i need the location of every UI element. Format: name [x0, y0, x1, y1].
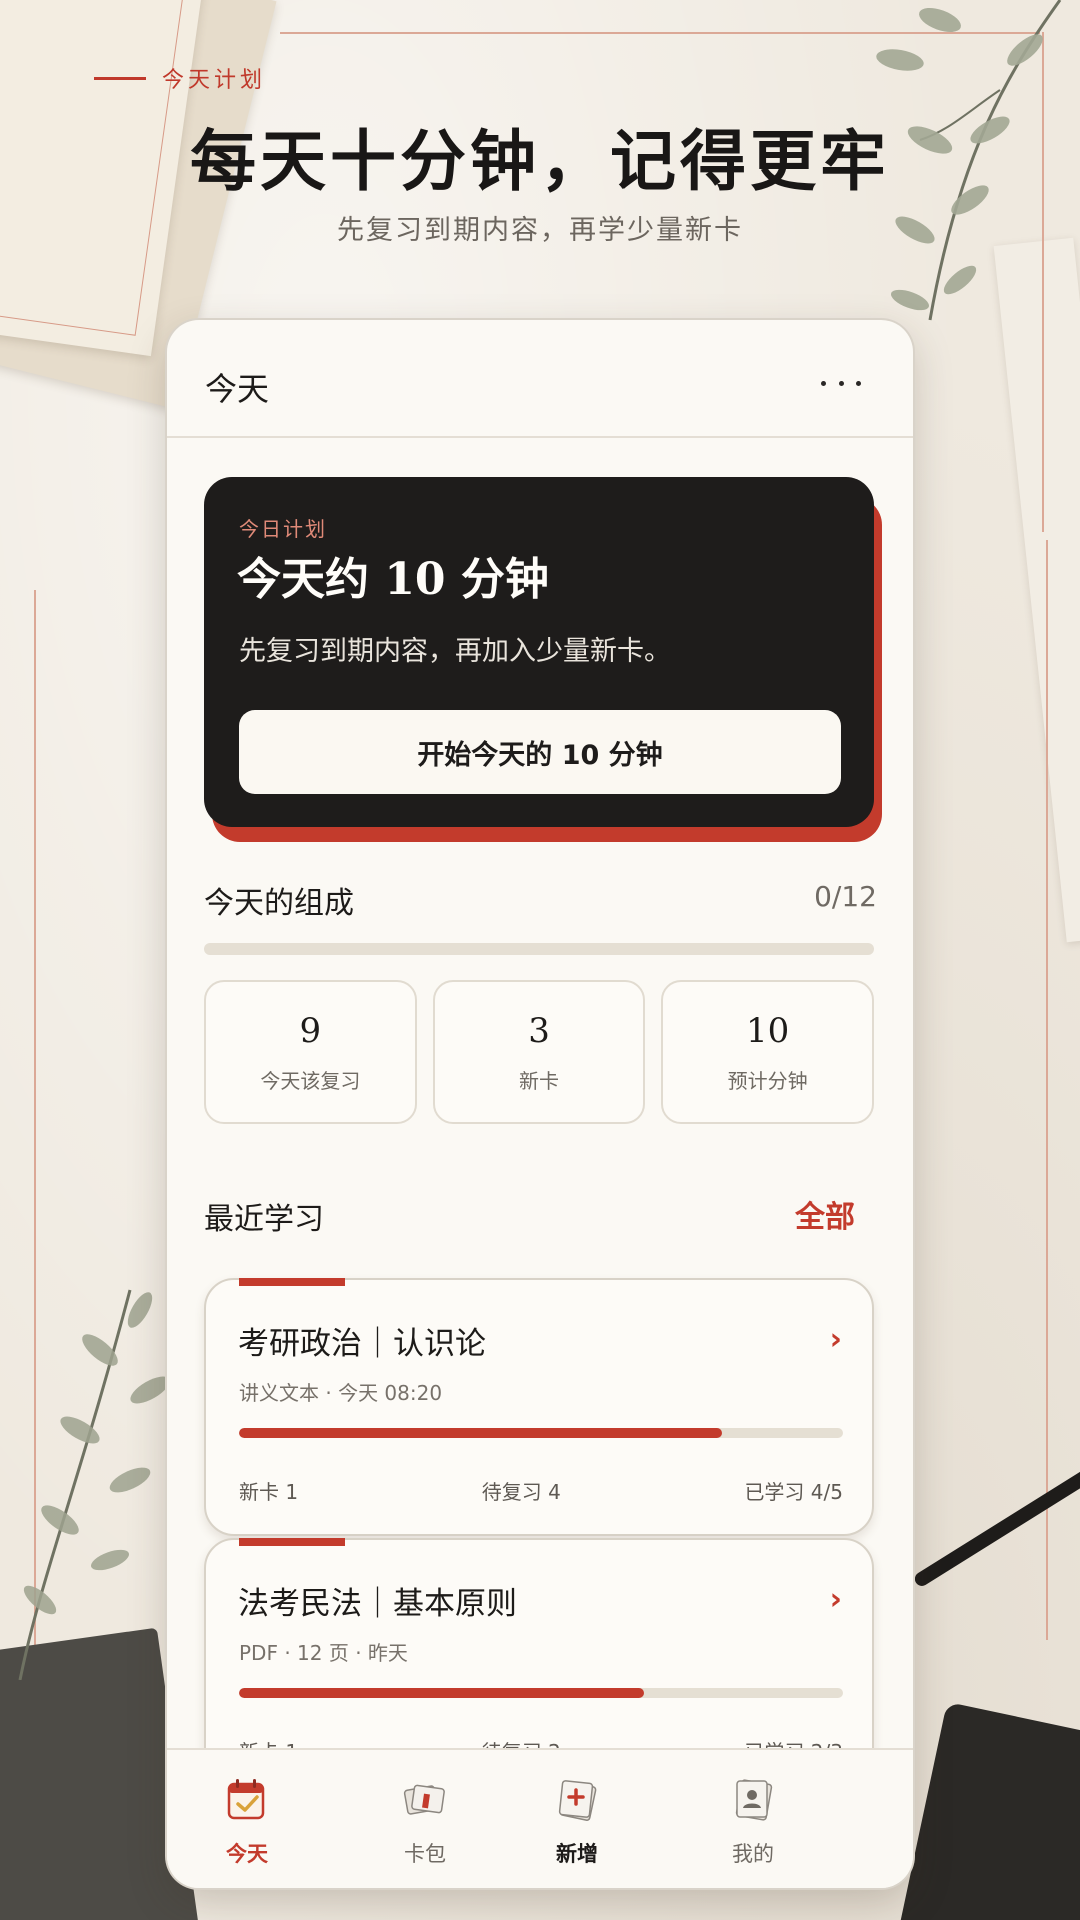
- nav-label: 新增: [556, 1842, 598, 1866]
- plan-title: 今天约 10 分钟: [237, 554, 549, 605]
- stat-estimated-minutes: 10 预计分钟: [661, 980, 875, 1124]
- deck-meta: PDF · 12 页 · 昨天: [239, 1641, 408, 1665]
- recent-title: 最近学习: [204, 1202, 324, 1237]
- eyebrow-text: 今天计划: [162, 68, 267, 93]
- deck-accent-tab: [239, 1538, 345, 1546]
- deck-stats: 新卡 1 待复习 4 已学习 4/5: [239, 1476, 843, 1505]
- stat-label: 预计分钟: [727, 1068, 808, 1093]
- deck-progress-fill: [239, 1688, 644, 1698]
- stat-value: 10: [746, 1010, 790, 1051]
- bottom-navigation: 今天 卡包 新增 我的: [167, 1748, 913, 1888]
- composition-count: 0/12: [814, 880, 877, 913]
- chevron-right-icon[interactable]: ›: [830, 1582, 842, 1617]
- stat-value: 3: [528, 1010, 550, 1051]
- nav-item-add[interactable]: 新增: [517, 1772, 637, 1868]
- eyebrow-accent-line: [94, 76, 146, 80]
- stat-new-cards: 3 新卡: [432, 980, 646, 1124]
- nav-item-today[interactable]: 今天: [187, 1772, 307, 1868]
- leaf-branch-icon: [18, 1289, 170, 1680]
- chevron-right-icon[interactable]: ›: [830, 1322, 842, 1357]
- deck-meta: 讲义文本 · 今天 08:20: [239, 1381, 443, 1405]
- stat-value: 9: [299, 1010, 322, 1051]
- deck-new-cards: 新卡 1: [239, 1480, 299, 1504]
- deck-title: 考研政治｜认识论: [238, 1326, 486, 1362]
- more-dot: [838, 380, 844, 386]
- deck-progress-fill: [239, 1428, 723, 1438]
- add-card-icon: [558, 1780, 597, 1821]
- deck-card[interactable]: 考研政治｜认识论 讲义文本 · 今天 08:20 › 新卡 1 待复习 4 已学…: [204, 1278, 874, 1536]
- composition-title: 今天的组成: [204, 886, 354, 921]
- plan-description: 先复习到期内容，再加入少量新卡。: [239, 636, 671, 667]
- plan-card: 今日计划 今天约 10 分钟 先复习到期内容，再加入少量新卡。 开始今天的 10…: [204, 477, 874, 827]
- plan-card-wrapper: 今日计划 今天约 10 分钟 先复习到期内容，再加入少量新卡。 开始今天的 10…: [204, 477, 882, 842]
- app-bar-title: 今天: [205, 370, 270, 408]
- deck-learned: 已学习 4/5: [744, 1480, 843, 1504]
- app-bar: 今天: [167, 320, 913, 438]
- stats-row: 9 今天该复习 3 新卡 10 预计分钟: [204, 980, 875, 1124]
- stat-label: 今天该复习: [260, 1068, 361, 1093]
- nav-item-profile[interactable]: 我的: [693, 1772, 813, 1868]
- composition-progress-bar: [204, 943, 874, 955]
- headline: 每天十分钟，记得更牢: [190, 122, 890, 200]
- deck-progress-bar: [239, 1428, 843, 1438]
- start-today-button[interactable]: 开始今天的 10 分钟: [239, 710, 841, 794]
- profile-icon: [735, 1779, 773, 1821]
- deck-title: 法考民法｜基本原则: [238, 1586, 517, 1622]
- more-dot: [821, 380, 826, 386]
- deck-progress-bar: [239, 1688, 843, 1698]
- nav-label: 今天: [226, 1842, 268, 1866]
- plan-eyebrow: 今日计划: [239, 517, 327, 541]
- more-dot: [856, 380, 861, 386]
- phone-screen: 今天 今日计划 今天约 10 分钟 先复习到期内容，再加入少量新卡。 开始今天的…: [167, 320, 913, 1888]
- see-all-link[interactable]: 全部: [795, 1192, 855, 1236]
- stat-due-reviews: 9 今天该复习: [204, 980, 417, 1124]
- deck-due: 待复习 4: [481, 1480, 561, 1504]
- stat-label: 新卡: [519, 1068, 559, 1093]
- calendar-check-icon: [227, 1779, 265, 1820]
- card-deck-icon: [403, 1784, 445, 1815]
- decorative-rule: [1046, 540, 1048, 1640]
- header-eyebrow: 今天计划: [94, 62, 266, 94]
- more-options-icon[interactable]: [821, 372, 861, 394]
- deck-accent-tab: [239, 1278, 345, 1286]
- nav-label: 我的: [732, 1842, 774, 1866]
- subheadline: 先复习到期内容，再学少量新卡: [337, 215, 743, 246]
- nav-item-decks[interactable]: 卡包: [365, 1772, 485, 1868]
- nav-label: 卡包: [404, 1842, 446, 1866]
